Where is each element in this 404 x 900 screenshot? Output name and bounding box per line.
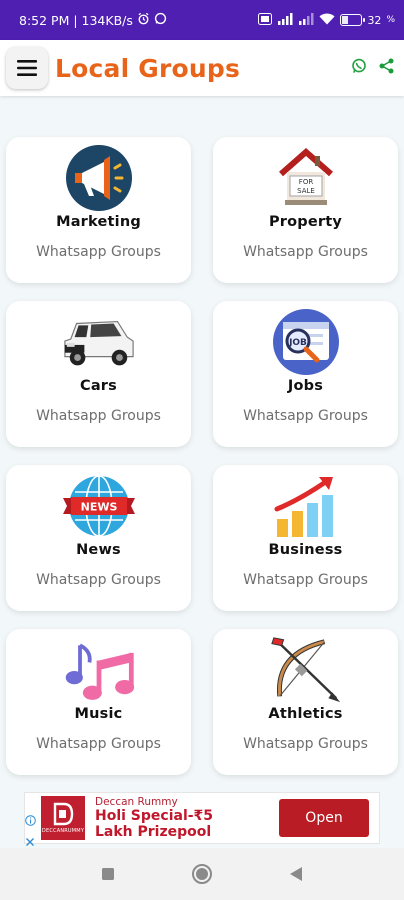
category-name: Athletics bbox=[268, 706, 343, 722]
category-subtitle: Whatsapp Groups bbox=[243, 572, 368, 588]
svg-text:FOR: FOR bbox=[298, 178, 313, 186]
ad-open-button[interactable]: Open bbox=[279, 799, 369, 837]
category-subtitle: Whatsapp Groups bbox=[36, 736, 161, 752]
recents-button[interactable] bbox=[101, 867, 115, 881]
percent-sign: % bbox=[386, 15, 395, 25]
page-title: Local Groups bbox=[55, 53, 241, 83]
category-subtitle: Whatsapp Groups bbox=[243, 736, 368, 752]
category-name: Cars bbox=[79, 378, 117, 394]
hamburger-icon bbox=[17, 60, 37, 76]
category-card-music[interactable]: Music Whatsapp Groups bbox=[6, 629, 191, 775]
category-name: News bbox=[76, 542, 121, 558]
category-subtitle: Whatsapp Groups bbox=[243, 244, 368, 260]
circle-icon bbox=[192, 864, 212, 884]
menu-button[interactable] bbox=[6, 47, 48, 89]
category-subtitle: Whatsapp Groups bbox=[36, 244, 161, 260]
share-icon[interactable] bbox=[379, 58, 394, 78]
triangle-back-icon bbox=[290, 867, 302, 881]
ad-logo: DECCANRUMMY bbox=[41, 796, 85, 840]
category-card-jobs[interactable]: JOB Jobs Whatsapp Groups bbox=[213, 301, 398, 447]
volte-icon bbox=[258, 12, 273, 28]
battery-icon bbox=[340, 14, 366, 26]
system-nav-bar bbox=[0, 848, 404, 900]
job-search-icon: JOB bbox=[268, 307, 344, 377]
back-button[interactable] bbox=[289, 866, 303, 882]
category-subtitle: Whatsapp Groups bbox=[243, 408, 368, 424]
home-button[interactable] bbox=[191, 863, 213, 885]
growth-chart-icon bbox=[268, 471, 344, 541]
category-subtitle: Whatsapp Groups bbox=[36, 572, 161, 588]
square-icon bbox=[102, 868, 114, 880]
bow-arrow-icon bbox=[268, 635, 344, 705]
category-card-athletics[interactable]: Athletics Whatsapp Groups bbox=[213, 629, 398, 775]
signal-1-icon bbox=[277, 12, 293, 28]
app-bar: Local Groups bbox=[0, 40, 404, 96]
whatsapp-icon[interactable] bbox=[351, 58, 367, 78]
megaphone-icon bbox=[61, 143, 137, 213]
category-name: Jobs bbox=[287, 378, 324, 394]
suv-car-icon bbox=[61, 307, 137, 377]
category-name: Marketing bbox=[56, 214, 141, 230]
category-grid: Marketing Whatsapp Groups FOR SALE Prope… bbox=[6, 137, 400, 775]
battery-percent: 32 bbox=[367, 13, 382, 27]
ad-info-icon[interactable] bbox=[24, 811, 36, 830]
wifi-icon bbox=[319, 13, 335, 28]
news-globe-icon: NEWS bbox=[61, 471, 137, 541]
category-name: Music bbox=[74, 706, 123, 722]
signal-2-icon bbox=[298, 12, 314, 28]
svg-text:SALE: SALE bbox=[297, 187, 315, 195]
status-time: 8:52 PM | 134KB/s bbox=[19, 12, 133, 28]
battery-level bbox=[342, 16, 349, 24]
svg-text:NEWS: NEWS bbox=[80, 501, 117, 514]
ad-brand: Deccan Rummy bbox=[95, 796, 178, 808]
category-name: Business bbox=[268, 542, 343, 558]
category-card-marketing[interactable]: Marketing Whatsapp Groups bbox=[6, 137, 191, 283]
category-card-business[interactable]: Business Whatsapp Groups bbox=[213, 465, 398, 611]
ad-logo-text: DECCANRUMMY bbox=[41, 828, 85, 834]
ad-banner[interactable]: DECCANRUMMY Deccan Rummy Holi Special-₹5… bbox=[24, 792, 380, 846]
category-name: Property bbox=[268, 214, 343, 230]
whatsapp-notification-icon bbox=[154, 12, 167, 28]
status-bar: 8:52 PM | 134KB/s 32% bbox=[0, 0, 404, 40]
ad-headline: Holi Special-₹5 Lakh Prizepool bbox=[95, 808, 214, 840]
house-for-sale-icon: FOR SALE bbox=[268, 143, 344, 213]
category-card-cars[interactable]: Cars Whatsapp Groups bbox=[6, 301, 191, 447]
category-card-property[interactable]: FOR SALE Property Whatsapp Groups bbox=[213, 137, 398, 283]
music-notes-icon bbox=[61, 635, 137, 705]
deccan-rummy-logo-icon bbox=[53, 802, 74, 826]
ad-controls bbox=[24, 811, 36, 851]
category-subtitle: Whatsapp Groups bbox=[36, 408, 161, 424]
category-card-news[interactable]: NEWS News Whatsapp Groups bbox=[6, 465, 191, 611]
svg-text:JOB: JOB bbox=[288, 338, 307, 348]
alarm-icon bbox=[137, 12, 150, 28]
